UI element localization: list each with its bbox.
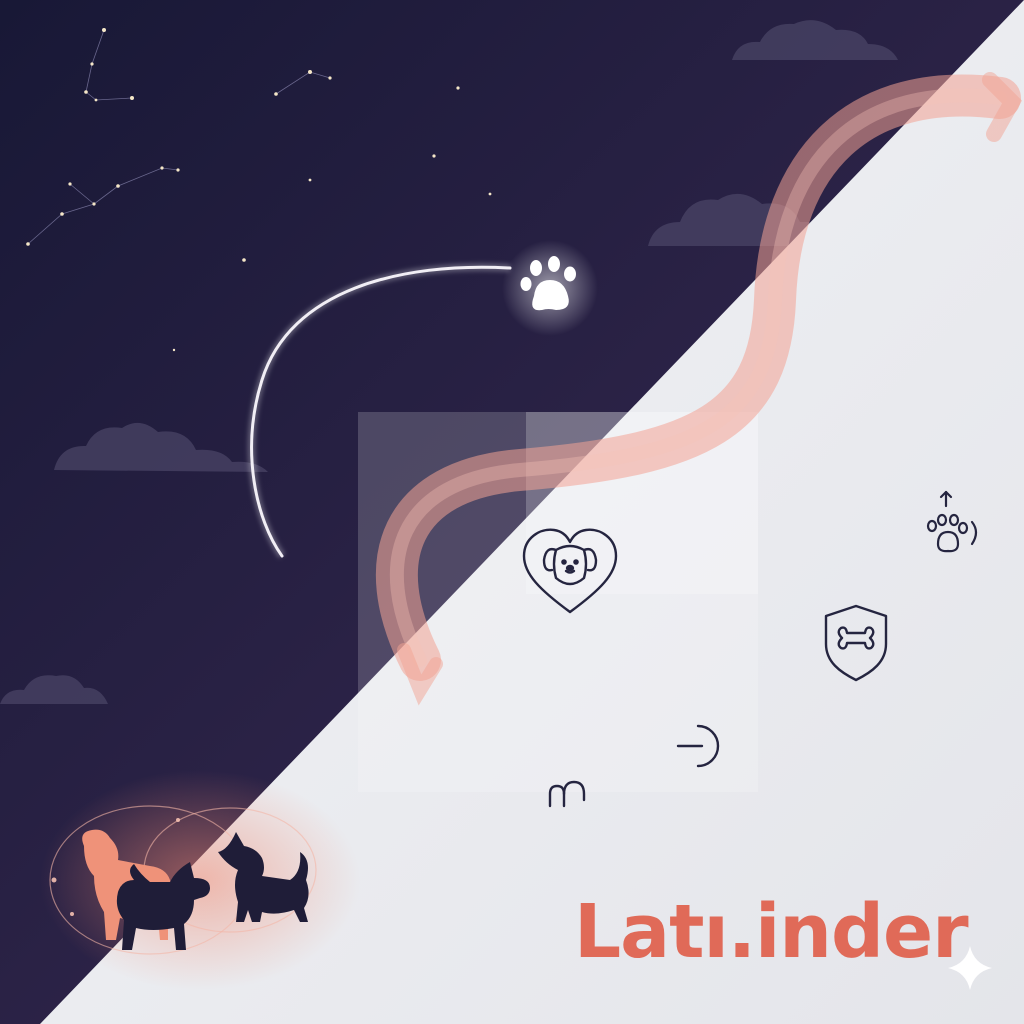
scene (0, 0, 1024, 1024)
brand-wordmark: Latı.inder (574, 889, 969, 975)
hero-illustration: Latı.inder (0, 0, 1024, 1024)
dog-group (40, 770, 360, 990)
paw-icon (502, 240, 598, 336)
